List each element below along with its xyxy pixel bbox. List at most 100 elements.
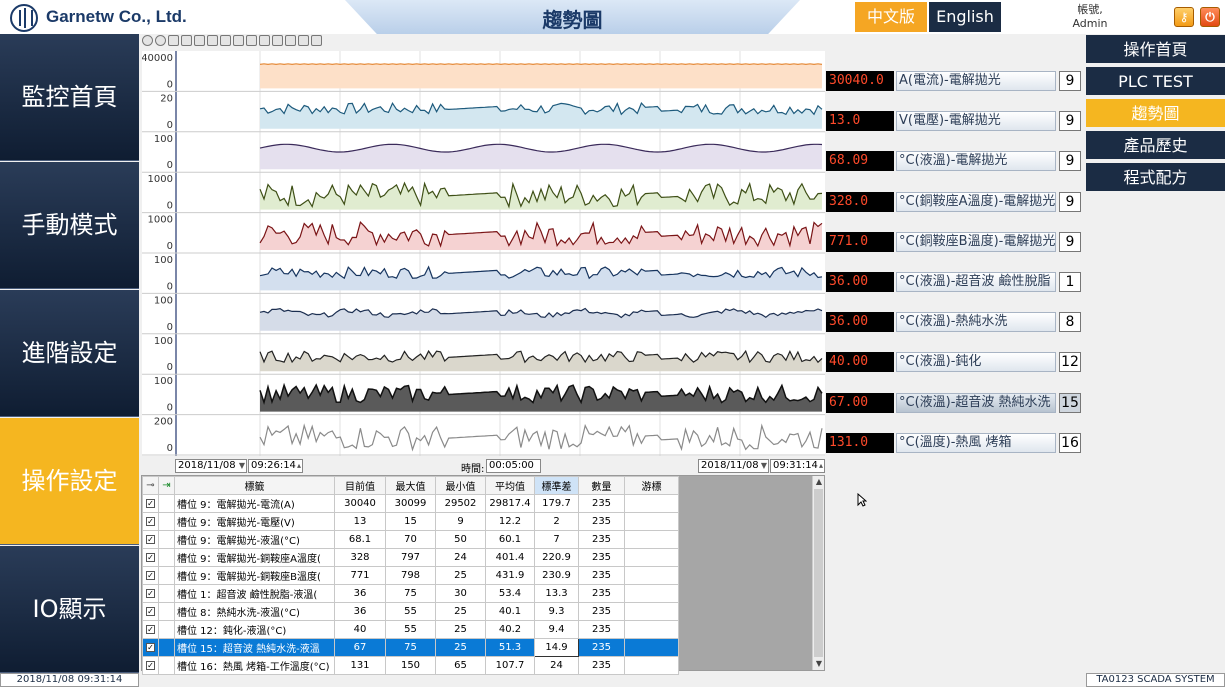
scroll-up-icon[interactable]: ▲	[813, 476, 825, 488]
stack-view-icon[interactable]	[259, 35, 270, 46]
print-icon[interactable]	[298, 35, 309, 46]
menu-item-3[interactable]: 產品歷史	[1086, 131, 1225, 161]
checkbox-checked-icon[interactable]: ✓	[146, 499, 155, 508]
trend-charts[interactable]: 40000 0 20 0 100 0 1000 0 1000 0 100 0 100 0 100 0 100 0 2…	[141, 51, 825, 456]
channel-slot-number[interactable]: 9	[1059, 231, 1081, 252]
row-checkbox[interactable]: ✓	[142, 602, 159, 621]
scroll-thumb[interactable]	[814, 489, 823, 657]
channel-slot-number[interactable]: 16	[1059, 432, 1081, 453]
trend-chart-svg[interactable]: 4000002001000100001000010001000100010002…	[141, 51, 825, 456]
checkbox-checked-icon[interactable]: ✓	[146, 625, 155, 634]
period-input[interactable]: 00:05:00	[486, 459, 541, 473]
channel-slot-number[interactable]: 8	[1059, 312, 1081, 333]
table-row[interactable]: ✓ 槽位 8：熱純水洗-液溫(°C) 36 55 25 40.1 9.3 235	[142, 602, 679, 621]
power-icon[interactable]: ⏻	[1200, 7, 1220, 27]
checkbox-checked-icon[interactable]: ✓	[146, 517, 155, 526]
row-export-cell[interactable]	[158, 638, 175, 657]
column-header[interactable]: 游標	[624, 476, 679, 495]
checkbox-checked-icon[interactable]: ✓	[146, 535, 155, 544]
export-image-icon[interactable]	[311, 35, 322, 46]
trend-lane[interactable]: 2000	[142, 417, 825, 456]
row-checkbox[interactable]: ✓	[142, 494, 159, 513]
lang-english-button[interactable]: English	[929, 2, 1001, 32]
menu-item-0[interactable]: 操作首頁	[1086, 35, 1225, 65]
row-checkbox[interactable]: ✓	[142, 548, 159, 567]
rewind-icon[interactable]	[142, 35, 153, 46]
channel-label[interactable]: °C(溫度)-熱風 烤箱	[896, 432, 1056, 453]
table-row[interactable]: ✓ 槽位 9：電解拋光-銅鞍座B溫度(771 798 25 431.9 230.9 235	[142, 566, 679, 585]
trend-lane[interactable]: 100 0	[142, 376, 825, 416]
channel-label[interactable]: V(電壓)-電解拋光	[896, 111, 1056, 132]
row-checkbox[interactable]: ✓	[142, 656, 159, 675]
table-view-icon[interactable]	[285, 35, 296, 46]
table-row[interactable]: ✓ 槽位 1：超音波 鹼性脫脂-液溫(36 75 30 53.4 13.3 235	[142, 584, 679, 603]
start-date-select[interactable]: 2018/11/08 ▼	[175, 459, 247, 473]
channel-label[interactable]: A(電流)-電解拋光	[896, 71, 1056, 91]
table-row[interactable]: ✓ 槽位 16：熱風 烤箱-工作溫度(°C) 131 150 65 107.7 24 235	[142, 656, 679, 675]
column-header[interactable]: 標籤	[174, 476, 335, 495]
row-checkbox[interactable]: ✓	[142, 638, 159, 657]
channel-slot-number[interactable]: 15	[1059, 392, 1081, 413]
checkbox-checked-icon[interactable]: ✓	[146, 589, 155, 598]
trend-lane[interactable]: 40000 0	[141, 53, 825, 92]
channel-label[interactable]: °C(銅鞍座B溫度)-電解拋光	[896, 231, 1056, 252]
zoom-out-icon[interactable]	[233, 35, 244, 46]
menu-item-2[interactable]: 趨勢圖	[1086, 99, 1225, 129]
end-date-select[interactable]: 2018/11/08 ▼	[698, 459, 769, 473]
row-export-cell[interactable]	[158, 656, 175, 675]
column-header[interactable]: 平均值	[485, 476, 535, 495]
nav-item-3[interactable]: 操作設定	[0, 418, 139, 545]
row-export-cell[interactable]	[158, 548, 175, 567]
start-time-stepper[interactable]: 09:26:14 ▴	[248, 459, 303, 473]
channel-slot-number[interactable]: 9	[1059, 191, 1081, 212]
channel-label[interactable]: °C(液溫)-電解拋光	[896, 151, 1056, 172]
key-icon[interactable]: ⚷	[1174, 7, 1194, 27]
channel-label[interactable]: °C(液溫)-超音波 鹼性脫脂	[896, 272, 1056, 292]
checkbox-checked-icon[interactable]: ✓	[146, 607, 155, 616]
checkbox-checked-icon[interactable]: ✓	[146, 571, 155, 580]
trend-lane[interactable]: 100 0	[142, 336, 825, 375]
export-col-header[interactable]: ⇥	[158, 476, 175, 495]
row-export-cell[interactable]	[158, 512, 175, 531]
lang-chinese-button[interactable]: 中文版	[855, 2, 927, 32]
trend-lane[interactable]: 1000 0	[142, 215, 825, 254]
channel-slot-number[interactable]: 9	[1059, 111, 1081, 132]
select-icon[interactable]	[194, 35, 205, 46]
column-header[interactable]: 標準差	[534, 476, 579, 495]
column-header[interactable]: 最大值	[385, 476, 436, 495]
row-checkbox[interactable]: ✓	[142, 584, 159, 603]
row-checkbox[interactable]: ✓	[142, 620, 159, 639]
channel-slot-number[interactable]: 1	[1059, 272, 1081, 292]
channel-label[interactable]: °C(銅鞍座A溫度)-電解拋光	[896, 191, 1056, 212]
table-row[interactable]: ✓ 槽位 15：超音波 熱純水洗-液溫 67 75 25 51.3 14.9 235	[142, 638, 679, 657]
channel-slot-number[interactable]: 12	[1059, 352, 1081, 373]
visible-col-header[interactable]: ⊸	[142, 476, 159, 495]
row-checkbox[interactable]: ✓	[142, 530, 159, 549]
channel-label[interactable]: °C(液溫)-超音波 熱純水洗	[896, 392, 1056, 413]
info-icon[interactable]	[155, 35, 166, 46]
zoom-in-icon[interactable]	[220, 35, 231, 46]
row-checkbox[interactable]: ✓	[142, 566, 159, 585]
copy-icon[interactable]	[181, 35, 192, 46]
table-row[interactable]: ✓ 槽位 9：電解拋光-液溫(°C) 68.1 70 50 60.1 7 235	[142, 530, 679, 549]
checkbox-checked-icon[interactable]: ✓	[146, 643, 155, 652]
nav-item-0[interactable]: 監控首頁	[0, 34, 139, 161]
nav-item-4[interactable]: IO顯示	[0, 546, 139, 673]
row-export-cell[interactable]	[158, 602, 175, 621]
channel-slot-number[interactable]: 9	[1059, 151, 1081, 172]
nav-item-2[interactable]: 進階設定	[0, 290, 139, 417]
row-export-cell[interactable]	[158, 530, 175, 549]
row-checkbox[interactable]: ✓	[142, 512, 159, 531]
row-export-cell[interactable]	[158, 566, 175, 585]
table-row[interactable]: ✓ 槽位 9：電解拋光-銅鞍座A溫度(328 797 24 401.4 220.9 235	[142, 548, 679, 567]
channel-label[interactable]: °C(液溫)-鈍化	[896, 352, 1056, 373]
zoom-box-icon[interactable]	[207, 35, 218, 46]
trend-lane[interactable]: 100 0	[142, 295, 825, 335]
trend-lane[interactable]: 100 0	[142, 134, 825, 173]
end-time-stepper[interactable]: 09:31:14 ▴	[770, 459, 825, 473]
channel-slot-number[interactable]: 9	[1059, 71, 1081, 91]
row-export-cell[interactable]	[158, 494, 175, 513]
table-row[interactable]: ✓ 槽位 12：鈍化-液溫(°C) 40 55 25 40.2 9.4 235	[142, 620, 679, 639]
trend-lane[interactable]: 20 0	[142, 93, 825, 133]
split-view-icon[interactable]	[272, 35, 283, 46]
